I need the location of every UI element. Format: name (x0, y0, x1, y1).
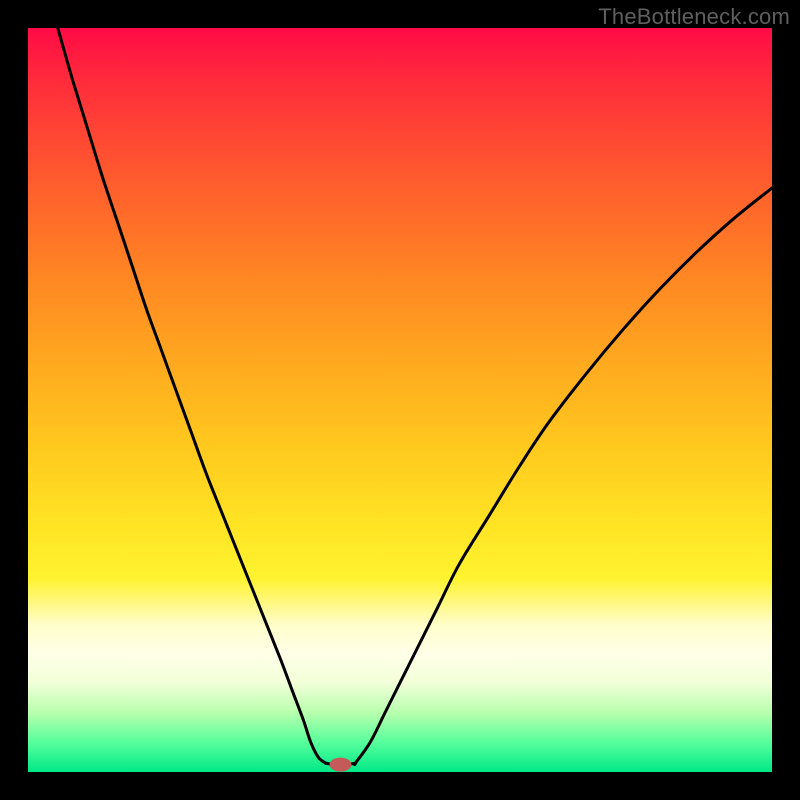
gradient-plot-area (28, 28, 772, 772)
bottleneck-curve (58, 28, 772, 765)
watermark-text: TheBottleneck.com (598, 4, 790, 30)
curve-svg (28, 28, 772, 772)
outer-frame: TheBottleneck.com (0, 0, 800, 800)
min-marker (330, 758, 352, 772)
